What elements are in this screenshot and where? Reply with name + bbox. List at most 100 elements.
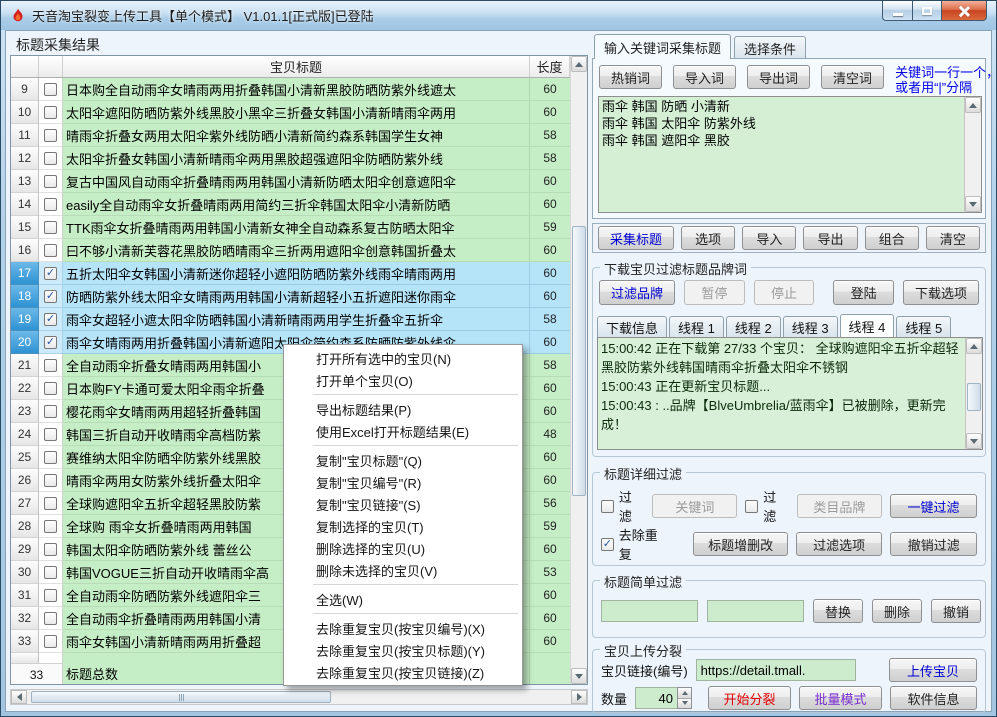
header-length-column[interactable]: 长度: [530, 56, 570, 77]
filter-keyword-checkbox[interactable]: [601, 500, 614, 513]
context-menu-item[interactable]: 复制选择的宝贝(T): [285, 515, 521, 537]
category-brand-button[interactable]: 类目品牌: [797, 494, 882, 518]
row-checkbox[interactable]: ✓: [44, 267, 57, 280]
table-row[interactable]: 11晴雨伞折叠女两用太阳伞紫外线防晒小清新简约森系韩国学生女神58: [11, 124, 570, 147]
table-horizontal-scrollbar[interactable]: [10, 689, 588, 705]
thread-tab-5[interactable]: 线程 5: [896, 316, 951, 337]
table-vertical-scrollbar[interactable]: [570, 56, 587, 684]
table-row[interactable]: 12太阳伞折叠女韩国小清新晴雨伞两用黑胶超强遮阳伞防晒防紫外线58: [11, 147, 570, 170]
context-menu-item[interactable]: 删除未选择的宝贝(V): [285, 559, 521, 581]
tab-select-conditions[interactable]: 选择条件: [734, 36, 806, 59]
thread-tab-2[interactable]: 线程 2: [726, 316, 781, 337]
row-checkbox[interactable]: [44, 543, 57, 556]
upload-button[interactable]: 上传宝贝: [889, 658, 977, 682]
context-menu-item[interactable]: 导出标题结果(P): [285, 398, 521, 420]
action-button-collect-titles[interactable]: 采集标题: [598, 226, 674, 250]
link-input[interactable]: [696, 659, 856, 681]
keyword-filter-button[interactable]: 关键词: [652, 494, 737, 518]
download-log[interactable]: 15:00:42 正在下载第 27/33 个宝贝： 全球购遮阳伞五折伞超轻黑胶防…: [597, 337, 983, 450]
keyword-button[interactable]: 热销词: [599, 65, 662, 89]
batch-mode-button[interactable]: 批量模式: [799, 686, 882, 710]
minimize-button[interactable]: [882, 1, 912, 21]
horizontal-scroll-thumb[interactable]: [31, 691, 331, 703]
context-menu-item[interactable]: 打开单个宝贝(O): [285, 369, 521, 391]
row-checkbox[interactable]: ✓: [44, 313, 57, 326]
context-menu-item[interactable]: 复制"宝贝编号"(R): [285, 471, 521, 493]
keywords-textarea[interactable]: 雨伞 韩国 防晒 小清新 雨伞 韩国 太阳伞 防紫外线 雨伞 韩国 遮阳伞 黑胶: [598, 96, 982, 213]
tab-input-keywords[interactable]: 输入关键词采集标题: [594, 34, 731, 59]
row-checkbox[interactable]: [44, 129, 57, 142]
keywords-scroll-down-icon[interactable]: [965, 196, 981, 212]
download-button-2[interactable]: 停止: [754, 280, 815, 305]
scroll-down-arrow-icon[interactable]: [571, 668, 587, 684]
action-button-misc[interactable]: 导出: [803, 226, 857, 250]
row-checkbox[interactable]: [44, 566, 57, 579]
download-button-0[interactable]: 过滤品牌: [599, 280, 675, 305]
context-menu-item[interactable]: 全选(W): [285, 588, 521, 610]
action-button-misc[interactable]: 选项: [681, 226, 735, 250]
action-button-misc[interactable]: 组合: [865, 226, 919, 250]
table-row[interactable]: 15TTK雨伞女折叠晴雨两用韩国小清新女神全自动森系复古防晒太阳伞59: [11, 216, 570, 239]
thread-tab-0[interactable]: 下载信息: [597, 316, 667, 337]
context-menu-item[interactable]: 复制"宝贝链接"(S): [285, 493, 521, 515]
row-checkbox[interactable]: [44, 244, 57, 257]
filter-options-button[interactable]: 过滤选项: [796, 532, 883, 556]
context-menu-item[interactable]: 去除重复宝贝(按宝贝编号)(X): [285, 617, 521, 639]
keywords-text[interactable]: 雨伞 韩国 防晒 小清新 雨伞 韩国 太阳伞 防紫外线 雨伞 韩国 遮阳伞 黑胶: [599, 97, 964, 212]
scroll-up-arrow-icon[interactable]: [571, 56, 587, 72]
undo-button[interactable]: 撤销: [931, 599, 981, 623]
quantity-input[interactable]: [635, 687, 677, 709]
row-checkbox[interactable]: ✓: [44, 336, 57, 349]
row-checkbox[interactable]: [44, 520, 57, 533]
thread-tab-4[interactable]: 线程 4: [840, 314, 895, 337]
table-row[interactable]: 9日本购全自动雨伞女晴雨两用折叠韩国小清新黑胶防晒防紫外线遮太60: [11, 78, 570, 101]
download-button-4[interactable]: 下载选项: [903, 280, 979, 305]
download-button-1[interactable]: 暂停: [684, 280, 745, 305]
filter-category-checkbox[interactable]: [745, 500, 758, 513]
keywords-scroll-up-icon[interactable]: [965, 97, 981, 113]
thread-tab-1[interactable]: 线程 1: [669, 316, 724, 337]
start-split-button[interactable]: 开始分裂: [708, 686, 791, 710]
context-menu-item[interactable]: 去除重复宝贝(按宝贝链接)(Z): [285, 661, 521, 683]
context-menu-item[interactable]: 打开所有选中的宝贝(N): [285, 347, 521, 369]
row-checkbox[interactable]: [44, 635, 57, 648]
thread-tab-3[interactable]: 线程 3: [783, 316, 838, 337]
row-checkbox[interactable]: [44, 359, 57, 372]
undo-filter-button[interactable]: 撤销过滤: [890, 532, 977, 556]
log-scrollbar[interactable]: [965, 338, 982, 449]
row-checkbox[interactable]: [44, 175, 57, 188]
table-row[interactable]: 17✓五折太阳伞女韩国小清新迷你超轻小遮阳防晒防紫外线雨伞晴雨两用60: [11, 262, 570, 285]
context-menu-item[interactable]: 复制"宝贝标题"(Q): [285, 449, 521, 471]
header-title-column[interactable]: 宝贝标题: [63, 56, 530, 77]
title-edit-button[interactable]: 标题增删改: [693, 532, 787, 556]
row-checkbox[interactable]: [44, 451, 57, 464]
row-checkbox[interactable]: [44, 221, 57, 234]
spinner-up-icon[interactable]: [678, 688, 691, 699]
keyword-button[interactable]: 清空词: [821, 65, 884, 89]
delete-button[interactable]: 删除: [872, 599, 922, 623]
log-scroll-down-icon[interactable]: [966, 433, 982, 449]
context-menu-item[interactable]: 去除重复宝贝(按宝贝标题)(Y): [285, 639, 521, 661]
replace-button[interactable]: 替换: [813, 599, 863, 623]
action-button-misc[interactable]: 导入: [742, 226, 796, 250]
close-button[interactable]: [941, 1, 987, 21]
log-scroll-up-icon[interactable]: [966, 338, 982, 354]
vertical-scroll-thumb[interactable]: [572, 226, 586, 496]
row-checkbox[interactable]: [44, 428, 57, 441]
keywords-scrollbar[interactable]: [964, 97, 981, 212]
table-row[interactable]: 19✓雨伞女超轻小遮太阳伞防晒韩国小清新晴雨两用学生折叠伞五折伞58: [11, 308, 570, 331]
row-checkbox[interactable]: [44, 589, 57, 602]
spinner-down-icon[interactable]: [678, 699, 691, 709]
table-row[interactable]: 13复古中国风自动雨伞折叠晴雨两用韩国小清新防晒太阳伞创意遮阳伞60: [11, 170, 570, 193]
row-checkbox[interactable]: [44, 106, 57, 119]
row-checkbox[interactable]: [44, 497, 57, 510]
table-row[interactable]: 18✓防晒防紫外线太阳伞女晴雨两用韩国小清新超轻小五折遮阳迷你雨伞60: [11, 285, 570, 308]
scroll-right-arrow-icon[interactable]: [571, 690, 587, 704]
action-button-misc[interactable]: 清空: [926, 226, 980, 250]
simple-filter-input-2[interactable]: [707, 600, 804, 622]
table-row[interactable]: 14easily全自动雨伞女折叠晴雨两用简约三折伞韩国太阳伞小清新防晒60: [11, 193, 570, 216]
download-button-3[interactable]: 登陆: [833, 280, 894, 305]
simple-filter-input-1[interactable]: [601, 600, 698, 622]
context-menu-item[interactable]: 删除选择的宝贝(U): [285, 537, 521, 559]
one-key-filter-button[interactable]: 一键过滤: [890, 494, 977, 518]
